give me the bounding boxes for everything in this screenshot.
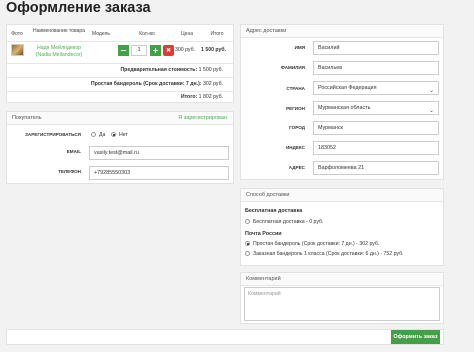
col-qty: Кол-во: [139, 31, 155, 37]
register-label: ЗАРЕГИСТРИРОВАТЬСЯ: [25, 132, 81, 137]
register-no-radio[interactable]: [111, 132, 116, 137]
qty-increase-button[interactable]: +: [150, 45, 161, 56]
col-photo: Фото: [11, 31, 23, 37]
surname-field[interactable]: Васильев: [313, 61, 439, 75]
subtotal-value: 1 500 руб.: [198, 67, 223, 73]
country-select[interactable]: Российская Федерация ⌄: [313, 81, 439, 95]
phone-label: ТЕЛЕФОН: [58, 169, 81, 174]
zip-label: ИНДЕКС: [285, 145, 305, 150]
country-label: СТРАНА: [286, 86, 305, 91]
grand-total-label: Итого:: [180, 94, 198, 100]
remove-item-button[interactable]: ✖: [163, 45, 174, 56]
col-price: Цена: [180, 31, 194, 37]
address-panel: Адрес доставки ИМЯ Василий ФАМИЛИЯ Васил…: [240, 24, 444, 180]
phone-field[interactable]: +79285550303: [89, 166, 229, 180]
comment-textarea[interactable]: Комментарий: [244, 287, 440, 321]
chevron-down-icon: ⌄: [428, 107, 434, 114]
grand-total-value: 1 802 руб.: [198, 94, 223, 100]
subtotal-label: Предварительная стоимость:: [120, 67, 198, 73]
address-label: АДРЕС: [288, 165, 305, 170]
name-label: ИМЯ: [294, 45, 305, 50]
region-label: РЕГИОН: [286, 106, 305, 111]
buyer-panel: Покупатель Я зарегистрирован ЗАРЕГИСТРИР…: [6, 111, 234, 184]
footer-bar: [6, 329, 444, 345]
col-name: Наименование товара: [32, 28, 85, 34]
registered-link[interactable]: Я зарегистрирован: [178, 115, 227, 121]
city-label: ГОРОД: [289, 125, 305, 130]
comment-title: Комментарий: [241, 273, 443, 286]
col-total: Итого: [210, 31, 224, 37]
delivery-title: Способ доставки: [241, 189, 443, 202]
register-yes-radio[interactable]: [91, 132, 96, 137]
shipping-value: 302 руб.: [203, 81, 223, 87]
product-name-link[interactable]: Надя Мейлндекор (Nadia Meilandecor): [29, 45, 89, 59]
email-label: EMAIL: [66, 149, 81, 154]
shipping-row: Простая бандероль (Срок доставки: 7 дн.)…: [91, 81, 223, 87]
register-yes-label: Да: [99, 132, 106, 138]
col-model: Модель: [92, 31, 110, 37]
address-title: Адрес доставки: [241, 25, 443, 38]
grand-total-row: Итого: 1 802 руб.: [181, 94, 223, 100]
subtotal-row: Предварительная стоимость: 1 500 руб.: [120, 67, 223, 73]
region-select[interactable]: Мурманская область ⌄: [313, 101, 439, 115]
order-table: Фото Наименование товара Модель Кол-во Ц…: [6, 24, 234, 103]
register-no-label: Нет: [119, 132, 128, 138]
shipping-label: Простая бандероль (Срок доставки: 7 дн.)…: [90, 81, 202, 87]
post-simple-label: Простая бандероль (Срок доставки: 7 дн.)…: [253, 241, 380, 247]
free-delivery-radio[interactable]: [245, 219, 250, 224]
free-delivery-label: Бесплатная доставка - 0 руб.: [253, 219, 324, 225]
qty-decrease-button[interactable]: −: [118, 45, 129, 56]
free-delivery-heading: Бесплатная доставка: [245, 208, 303, 214]
chevron-down-icon: ⌄: [428, 87, 434, 94]
region-value: Мурманская область: [318, 105, 371, 111]
item-total: 1 500 руб.: [201, 47, 227, 53]
post-heading: Почта России: [245, 231, 282, 237]
name-field[interactable]: Василий: [313, 41, 439, 55]
zip-field[interactable]: 183052: [313, 141, 439, 155]
email-field[interactable]: vasily.test@mail.ru: [89, 146, 229, 160]
page-title: Оформление заказа: [6, 0, 151, 16]
comment-panel: Комментарий Комментарий: [240, 272, 444, 324]
surname-label: ФАМИЛИЯ: [280, 65, 305, 70]
city-field[interactable]: Мурманск: [313, 121, 439, 135]
post-registered-radio[interactable]: [245, 251, 250, 256]
product-thumbnail[interactable]: [11, 44, 24, 56]
delivery-panel: Способ доставки Бесплатная доставка Бесп…: [240, 188, 444, 266]
post-registered-label: Заказная бандероль 1 класса (Срок достав…: [253, 251, 404, 257]
submit-order-button[interactable]: Оформить заказ: [391, 330, 440, 344]
post-simple-radio[interactable]: [245, 241, 250, 246]
address-field[interactable]: Варфоломеева 21: [313, 161, 439, 175]
item-price: 300 руб.: [175, 47, 195, 53]
country-value: Российская Федерация: [318, 85, 377, 91]
qty-input[interactable]: 1: [131, 45, 147, 56]
